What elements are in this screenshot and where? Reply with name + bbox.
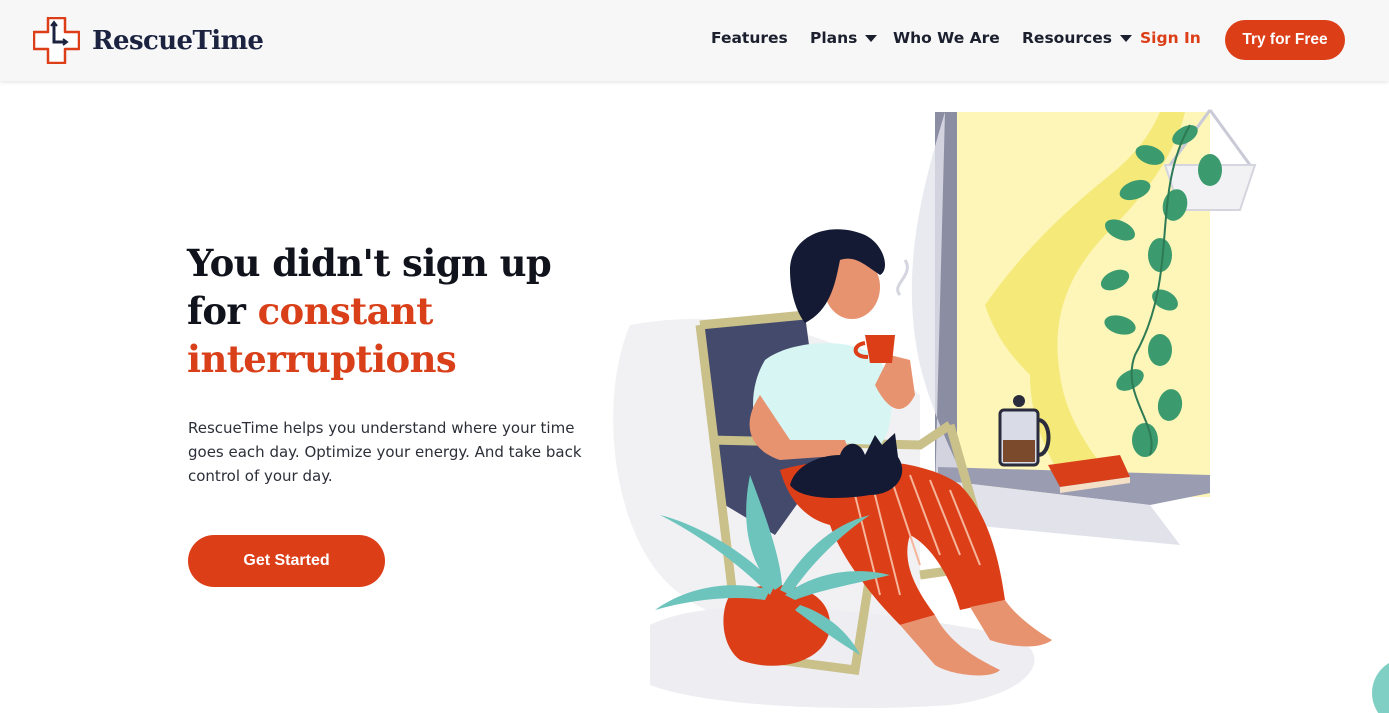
hero-description: RescueTime helps you understand where yo… xyxy=(188,419,582,485)
try-for-free-button[interactable]: Try for Free xyxy=(1225,20,1345,60)
get-started-button[interactable]: Get Started xyxy=(188,535,385,587)
nav-plans-label: Plans xyxy=(810,29,858,47)
caret-down-icon xyxy=(1119,34,1132,42)
nav-sign-in[interactable]: Sign In xyxy=(1140,29,1201,47)
nav-sign-in-label: Sign In xyxy=(1140,29,1201,47)
site-header: RescueTime Features Plans Who We Are Res… xyxy=(0,0,1389,81)
nav-resources[interactable]: Resources xyxy=(1022,29,1132,47)
nav-features[interactable]: Features xyxy=(711,29,788,47)
hero-title-for: for xyxy=(187,289,258,333)
caret-down-icon xyxy=(865,34,878,42)
rescuetime-logo-icon xyxy=(33,17,80,64)
logo-link[interactable]: RescueTime xyxy=(33,17,264,64)
hero-illustration xyxy=(613,109,1257,709)
chat-widget-button[interactable] xyxy=(1372,658,1389,713)
hero-title: You didn't sign up for constant interrup… xyxy=(187,239,607,383)
nav-resources-label: Resources xyxy=(1022,29,1112,47)
nav-features-label: Features xyxy=(711,29,788,47)
nav-plans[interactable]: Plans xyxy=(810,29,878,47)
nav-who-we-are-label: Who We Are xyxy=(893,29,1000,47)
brand-name: RescueTime xyxy=(92,25,264,56)
hero-title-line1: You didn't sign up xyxy=(187,241,552,285)
nav-who-we-are[interactable]: Who We Are xyxy=(893,29,1000,47)
